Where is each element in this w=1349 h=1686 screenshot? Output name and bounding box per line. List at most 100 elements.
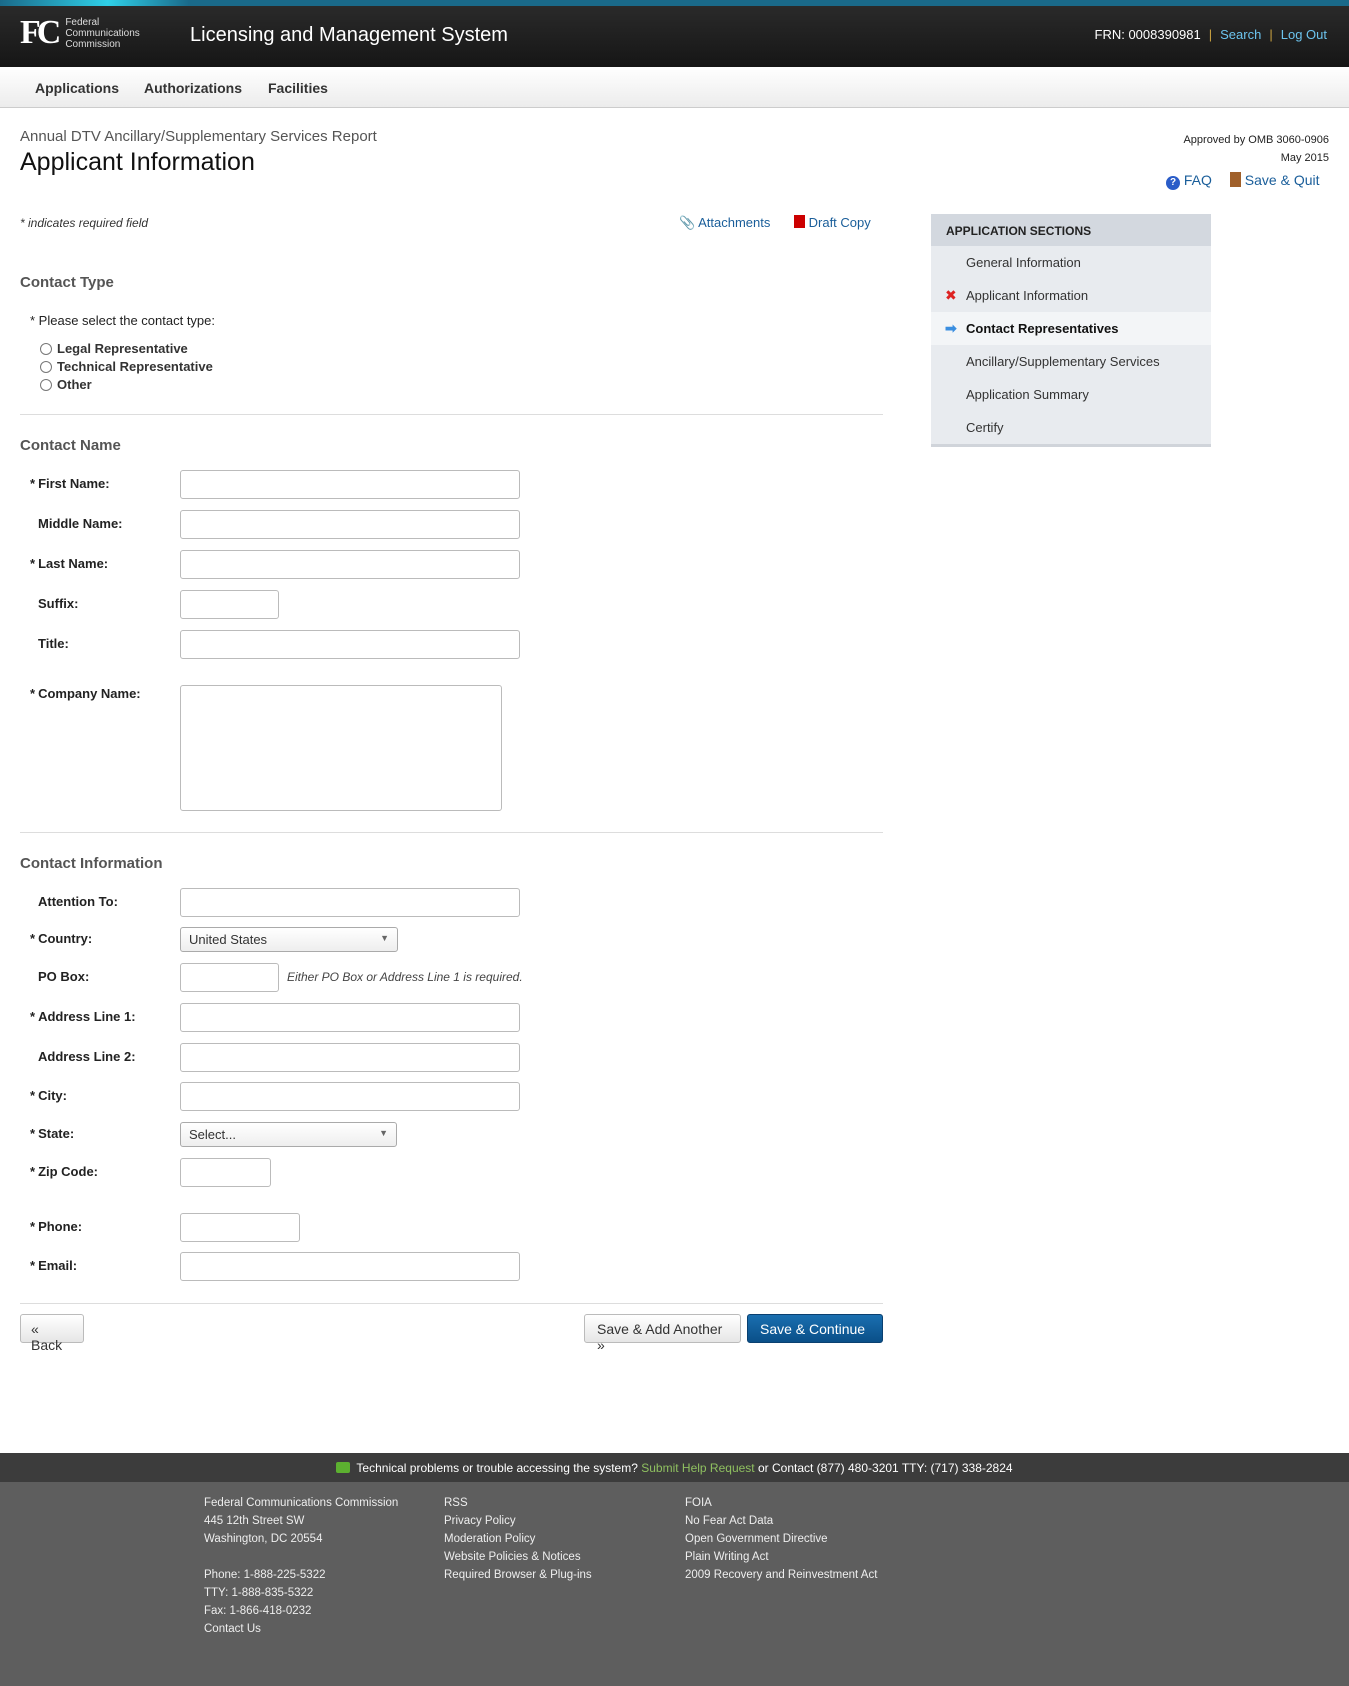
chat-icon (336, 1462, 351, 1473)
page-subtitle: Annual DTV Ancillary/Supplementary Servi… (20, 128, 377, 145)
section-general-information[interactable]: General Information (931, 246, 1211, 279)
phone-label: * Phone: (30, 1219, 83, 1234)
title-input[interactable] (180, 630, 520, 659)
first-name-input[interactable] (180, 470, 520, 499)
section-applicant-information[interactable]: ✖ Applicant Information (931, 279, 1211, 312)
contact-name-heading: Contact Name (20, 437, 121, 454)
submit-help-request-link[interactable]: Submit Help Request (641, 1461, 754, 1475)
main-nav: Applications Authorizations Facilities (0, 67, 1349, 108)
door-icon (1229, 172, 1241, 187)
country-label: * Country: (30, 931, 93, 946)
required-browser-link[interactable]: Required Browser & Plug-ins (444, 1566, 592, 1584)
help-bar: Technical problems or trouble accessing … (0, 1453, 1349, 1482)
email-input[interactable] (180, 1252, 520, 1281)
middle-name-input[interactable] (180, 510, 520, 539)
section-contact-representatives[interactable]: ➡ Contact Representatives (931, 312, 1211, 345)
po-box-note: Either PO Box or Address Line 1 is requi… (287, 970, 523, 984)
help-icon: ? (1166, 176, 1180, 190)
country-select[interactable]: United States ▼ (180, 927, 398, 952)
contact-type-prompt: * Please select the contact type: (30, 313, 215, 328)
last-name-input[interactable] (180, 550, 520, 579)
draft-copy-link[interactable]: Draft Copy (794, 215, 871, 230)
required-note: * indicates required field (20, 216, 149, 230)
divider (20, 1303, 883, 1304)
app-title: Licensing and Management System (190, 24, 508, 46)
divider (20, 832, 883, 833)
save-continue-button[interactable]: Save & Continue » (747, 1314, 883, 1353)
po-box-label: PO Box: (38, 969, 90, 984)
fcc-logo-mark: FC (20, 14, 61, 51)
moderation-policy-link[interactable]: Moderation Policy (444, 1530, 592, 1548)
section-ancillary-services[interactable]: Ancillary/Supplementary Services (931, 345, 1211, 378)
open-government-link[interactable]: Open Government Directive (685, 1530, 877, 1548)
frn: FRN: 0008390981 (1094, 27, 1201, 42)
email-label: * Email: (30, 1258, 78, 1273)
section-certify[interactable]: Certify (931, 411, 1211, 444)
no-fear-act-link[interactable]: No Fear Act Data (685, 1512, 877, 1530)
fcc-logo[interactable]: FC Federal Communications Commission (20, 14, 140, 52)
po-box-input[interactable] (180, 963, 279, 992)
last-name-label: * Last Name: (30, 556, 109, 571)
error-x-icon: ✖ (945, 287, 957, 303)
save-add-another-button[interactable]: Save & Add Another » (584, 1314, 741, 1353)
zip-code-input[interactable] (180, 1158, 271, 1187)
contact-us-link[interactable]: Contact Us (204, 1620, 398, 1638)
attachments-link[interactable]: 📎 Attachments (679, 215, 770, 231)
zip-code-label: * Zip Code: (30, 1164, 98, 1179)
page-title: Applicant Information (20, 148, 255, 176)
paperclip-icon: 📎 (679, 215, 696, 230)
omb-date: May 2015 (1280, 152, 1329, 164)
company-name-textarea[interactable] (180, 685, 502, 811)
radio-technical-representative[interactable]: Technical Representative (40, 359, 213, 374)
section-application-summary[interactable]: Application Summary (931, 378, 1211, 411)
address-line-2-label: Address Line 2: (38, 1049, 136, 1064)
faq-link[interactable]: ? FAQ (1166, 172, 1212, 190)
company-name-label: * Company Name: (30, 686, 141, 701)
footer-col-contact: Federal Communications Commission 445 12t… (204, 1494, 398, 1638)
top-links: FRN: 0008390981 | Search | Log Out (1094, 27, 1328, 42)
arrow-right-icon: ➡ (945, 320, 957, 336)
footer-col-policies: RSS Privacy Policy Moderation Policy Websit… (444, 1494, 592, 1584)
divider (20, 414, 883, 415)
application-sections: APPLICATION SECTIONS General Information… (931, 214, 1211, 447)
privacy-policy-link[interactable]: Privacy Policy (444, 1512, 592, 1530)
dropdown-arrow-icon: ▼ (379, 1128, 388, 1138)
dropdown-arrow-icon: ▼ (380, 933, 389, 943)
website-policies-link[interactable]: Website Policies & Notices (444, 1548, 592, 1566)
city-input[interactable] (180, 1082, 520, 1111)
back-button[interactable]: « Back (20, 1314, 84, 1353)
radio-legal-representative[interactable]: Legal Representative (40, 341, 188, 356)
address-line-1-label: * Address Line 1: (30, 1009, 136, 1024)
recovery-act-link[interactable]: 2009 Recovery and Reinvestment Act (685, 1566, 877, 1584)
phone-input[interactable] (180, 1213, 300, 1242)
radio-other[interactable]: Other (40, 377, 92, 392)
sections-title: APPLICATION SECTIONS (931, 214, 1211, 246)
rss-link[interactable]: RSS (444, 1494, 592, 1512)
contact-information-heading: Contact Information (20, 855, 163, 872)
footer-col-gov: FOIA No Fear Act Data Open Government Dire… (685, 1494, 877, 1584)
address-line-1-input[interactable] (180, 1003, 520, 1032)
middle-name-label: Middle Name: (38, 516, 123, 531)
title-label: Title: (38, 636, 69, 651)
footer (0, 1482, 1349, 1686)
state-select[interactable]: Select... ▼ (180, 1122, 397, 1147)
logout-link[interactable]: Log Out (1281, 27, 1327, 42)
suffix-input[interactable] (180, 590, 279, 619)
first-name-label: * First Name: (30, 476, 110, 491)
save-quit-link[interactable]: Save & Quit (1229, 172, 1320, 190)
city-label: * City: (30, 1088, 67, 1103)
nav-facilities[interactable]: Facilities (268, 80, 328, 96)
omb-approval: Approved by OMB 3060-0906 (1183, 134, 1329, 146)
foia-link[interactable]: FOIA (685, 1494, 877, 1512)
address-line-2-input[interactable] (180, 1043, 520, 1072)
attention-label: Attention To: (38, 894, 118, 909)
attention-input[interactable] (180, 888, 520, 917)
nav-authorizations[interactable]: Authorizations (144, 80, 242, 96)
plain-writing-link[interactable]: Plain Writing Act (685, 1548, 877, 1566)
contact-type-heading: Contact Type (20, 274, 114, 291)
pdf-icon (794, 215, 805, 228)
search-link[interactable]: Search (1220, 27, 1261, 42)
nav-applications[interactable]: Applications (35, 80, 119, 96)
state-label: * State: (30, 1126, 75, 1141)
suffix-label: Suffix: (38, 596, 79, 611)
